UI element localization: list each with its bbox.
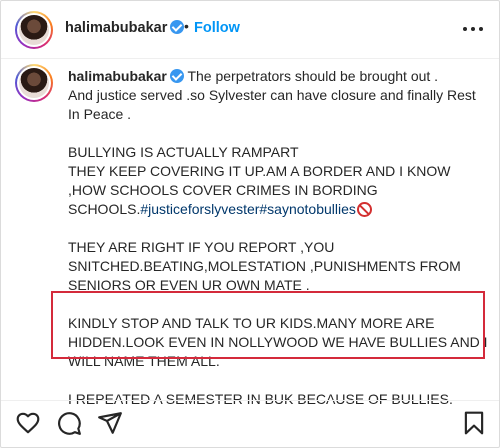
avatar[interactable] xyxy=(15,11,53,49)
verified-badge-icon xyxy=(170,20,185,34)
caption-verified-badge-icon xyxy=(169,69,184,83)
caption-avatar[interactable] xyxy=(15,64,53,102)
heart-icon[interactable] xyxy=(15,410,41,436)
comment-icon[interactable] xyxy=(56,410,82,436)
caption-paragraph-2: BULLYING IS ACTUALLY RAMPART THEY KEEP C… xyxy=(68,144,451,217)
hashtags[interactable]: #justiceforslyvester#saynotobullies xyxy=(140,201,356,217)
post-header: halimabubakar • Follow xyxy=(1,1,499,59)
separator-dot: • xyxy=(184,18,189,34)
instagram-post: halimabubakar • Follow halimabubakar The… xyxy=(0,0,500,448)
highlight-box xyxy=(51,291,485,359)
profile-photo xyxy=(19,15,49,45)
caption: halimabubakar The perpetrators should be… xyxy=(1,60,499,407)
caption-paragraph-1: halimabubakar The perpetrators should be… xyxy=(68,68,476,122)
action-bar xyxy=(1,400,499,447)
follow-button[interactable]: Follow xyxy=(194,20,240,36)
share-icon[interactable] xyxy=(97,410,123,436)
caption-paragraph-3: THEY ARE RIGHT IF YOU REPORT ,YOU SNITCH… xyxy=(68,239,461,293)
caption-username[interactable]: halimabubakar xyxy=(68,68,184,84)
username[interactable]: halimabubakar xyxy=(65,20,185,36)
bookmark-icon[interactable] xyxy=(461,410,487,436)
caption-profile-photo xyxy=(19,68,49,98)
more-options-icon[interactable] xyxy=(461,19,485,39)
no-entry-sign-icon xyxy=(356,202,372,217)
